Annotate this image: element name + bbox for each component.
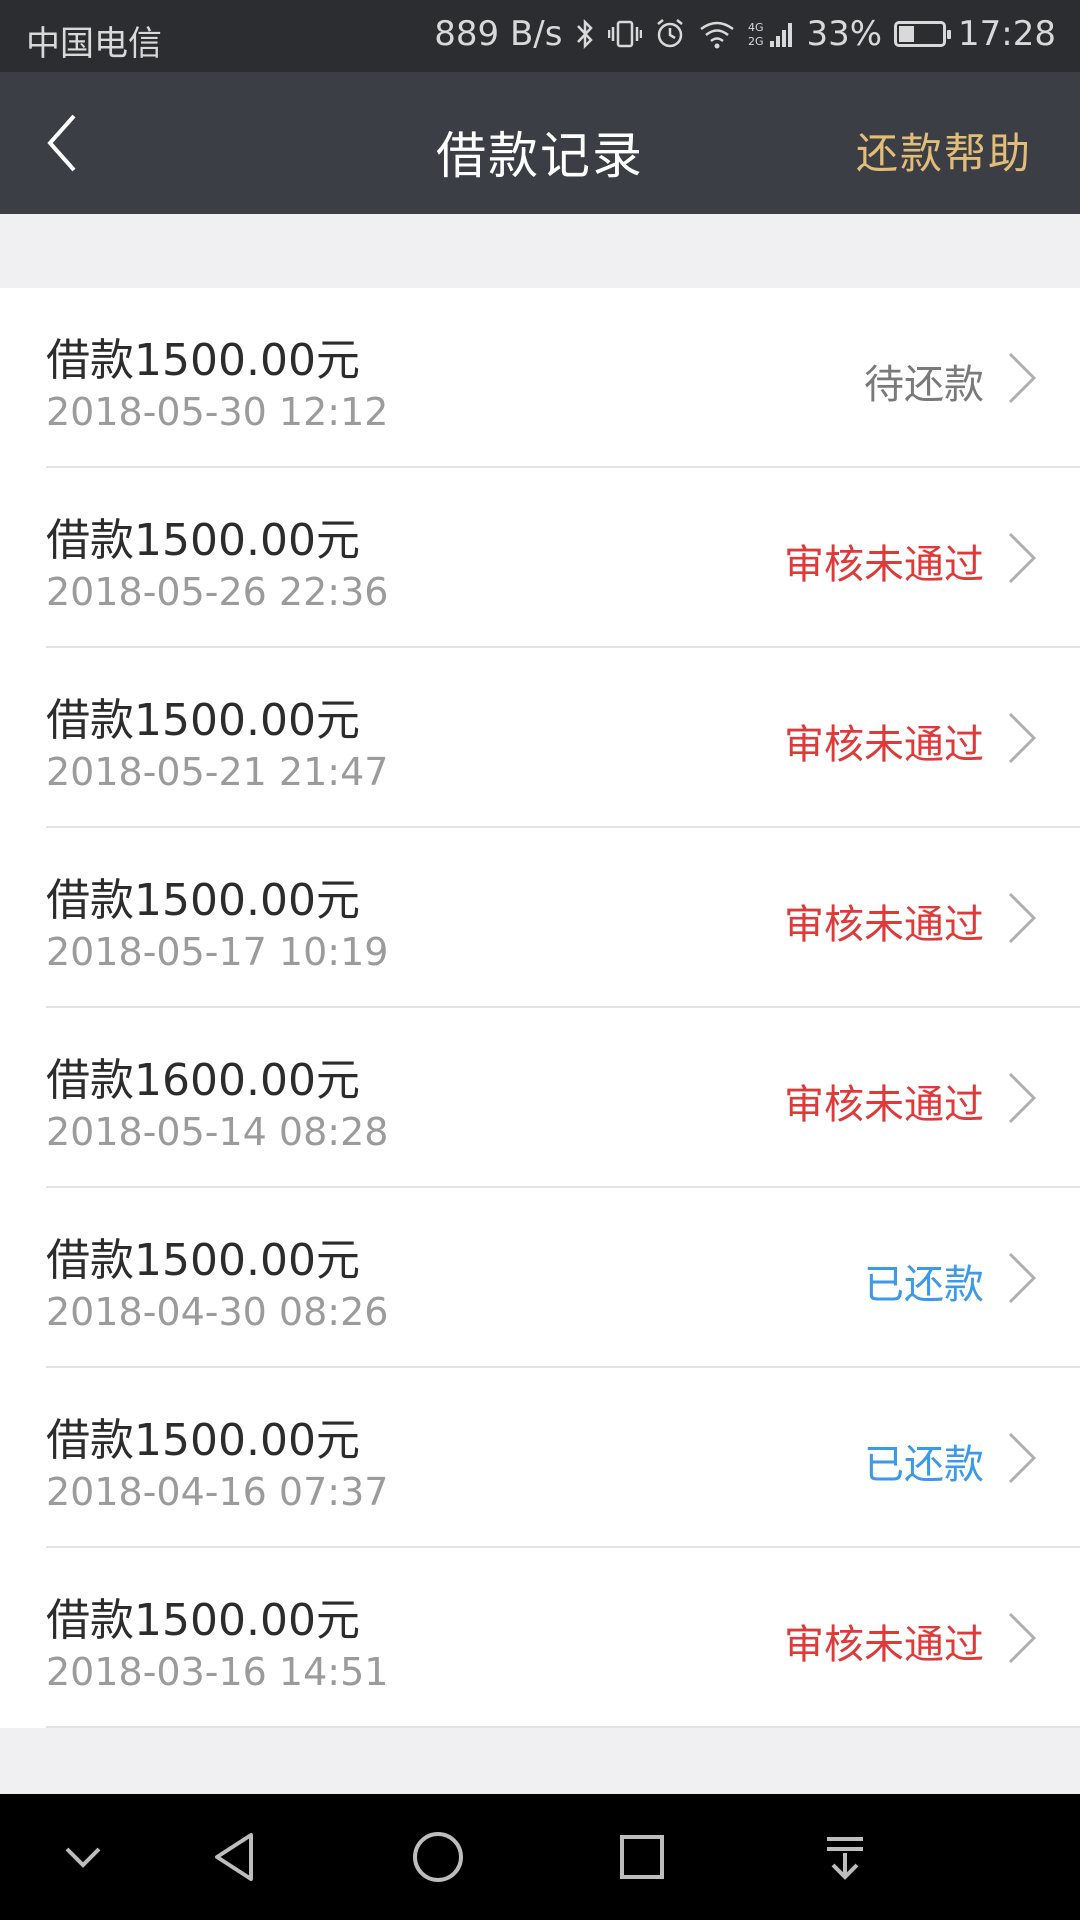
loan-time: 2018-05-21 21:47	[46, 750, 389, 794]
loan-status: 审核未通过	[784, 722, 984, 768]
nav-collapse-button[interactable]	[48, 1822, 118, 1892]
recents-square-icon	[620, 1835, 664, 1879]
status-right-group: 889 B/s 4G 2G 33% 17:28	[434, 14, 1056, 54]
battery-icon	[894, 21, 952, 47]
loan-amount: 借款1500.00元	[46, 1595, 360, 1646]
loan-status: 审核未通过	[784, 902, 984, 948]
loan-record-row[interactable]: 借款1500.00元 2018-03-16 14:51 审核未通过	[0, 1548, 1080, 1728]
chevron-right-icon	[1008, 1612, 1037, 1664]
row-divider	[46, 1726, 1080, 1728]
loan-status: 已还款	[864, 1442, 984, 1488]
loan-time: 2018-05-26 22:36	[46, 570, 389, 614]
alarm-icon	[654, 17, 686, 51]
loan-amount: 借款1500.00元	[46, 1235, 360, 1286]
loan-record-row[interactable]: 借款1600.00元 2018-05-14 08:28 审核未通过	[0, 1008, 1080, 1188]
battery-percent: 33%	[806, 14, 883, 54]
loan-record-row[interactable]: 借款1500.00元 2018-05-21 21:47 审核未通过	[0, 648, 1080, 828]
nav-home-button[interactable]	[403, 1822, 473, 1892]
loan-time: 2018-05-17 10:19	[46, 930, 389, 974]
chevron-right-icon	[1008, 532, 1037, 584]
loan-time: 2018-05-14 08:28	[46, 1110, 389, 1154]
loan-record-row[interactable]: 借款1500.00元 2018-05-30 12:12 待还款	[0, 288, 1080, 468]
loan-amount: 借款1500.00元	[46, 515, 360, 566]
network-4g-label: 4G	[748, 21, 764, 34]
chevron-right-icon	[1008, 352, 1037, 404]
loan-status: 审核未通过	[784, 542, 984, 588]
loan-record-row[interactable]: 借款1500.00元 2018-05-17 10:19 审核未通过	[0, 828, 1080, 1008]
chevron-right-icon	[1008, 1432, 1037, 1484]
bluetooth-icon	[574, 17, 596, 51]
chevron-right-icon	[1008, 1252, 1037, 1304]
chevron-right-icon	[1008, 712, 1037, 764]
wifi-icon	[698, 17, 736, 51]
loan-amount: 借款1500.00元	[46, 1415, 360, 1466]
loan-record-list: 借款1500.00元 2018-05-30 12:12 待还款 借款1500.00元 2…	[0, 288, 1080, 1728]
chevron-right-icon	[1008, 1072, 1037, 1124]
nav-back-button[interactable]	[200, 1822, 270, 1892]
network-2g-label: 2G	[748, 35, 764, 48]
battery-fill	[899, 26, 915, 42]
loan-time: 2018-04-30 08:26	[46, 1290, 389, 1334]
nav-notification-button[interactable]	[810, 1822, 880, 1892]
loan-status: 待还款	[864, 362, 984, 408]
chevron-right-icon	[1008, 892, 1037, 944]
clock: 17:28	[958, 14, 1056, 54]
chevron-down-icon	[65, 1847, 101, 1868]
system-nav-bar	[0, 1794, 1080, 1920]
loan-amount: 借款1500.00元	[46, 335, 360, 386]
loan-status: 已还款	[864, 1262, 984, 1308]
loan-amount: 借款1600.00元	[46, 1055, 360, 1106]
loan-amount: 借款1500.00元	[46, 695, 360, 746]
net-speed: 889 B/s	[434, 14, 563, 54]
repayment-help-link[interactable]: 还款帮助	[856, 120, 1032, 181]
nav-recents-button[interactable]	[607, 1822, 677, 1892]
carrier-label: 中国电信	[26, 24, 162, 64]
vibrate-icon	[608, 17, 643, 51]
home-circle-icon	[413, 1832, 463, 1882]
loan-record-row[interactable]: 借款1500.00元 2018-05-26 22:36 审核未通过	[0, 468, 1080, 648]
app-header: 借款记录 还款帮助	[0, 72, 1080, 214]
loan-time: 2018-05-30 12:12	[46, 390, 389, 434]
back-triangle-icon	[215, 1833, 253, 1881]
signal-icon: 4G 2G	[748, 17, 794, 51]
loan-amount: 借款1500.00元	[46, 875, 360, 926]
loan-record-row[interactable]: 借款1500.00元 2018-04-30 08:26 已还款	[0, 1188, 1080, 1368]
status-bar: 中国电信 889 B/s 4G 2G 33% 17:28	[0, 0, 1080, 72]
notification-pull-icon	[827, 1837, 863, 1880]
loan-status: 审核未通过	[784, 1622, 984, 1668]
loan-record-row[interactable]: 借款1500.00元 2018-04-16 07:37 已还款	[0, 1368, 1080, 1548]
loan-time: 2018-03-16 14:51	[46, 1650, 389, 1694]
loan-time: 2018-04-16 07:37	[46, 1470, 389, 1514]
loan-status: 审核未通过	[784, 1082, 984, 1128]
